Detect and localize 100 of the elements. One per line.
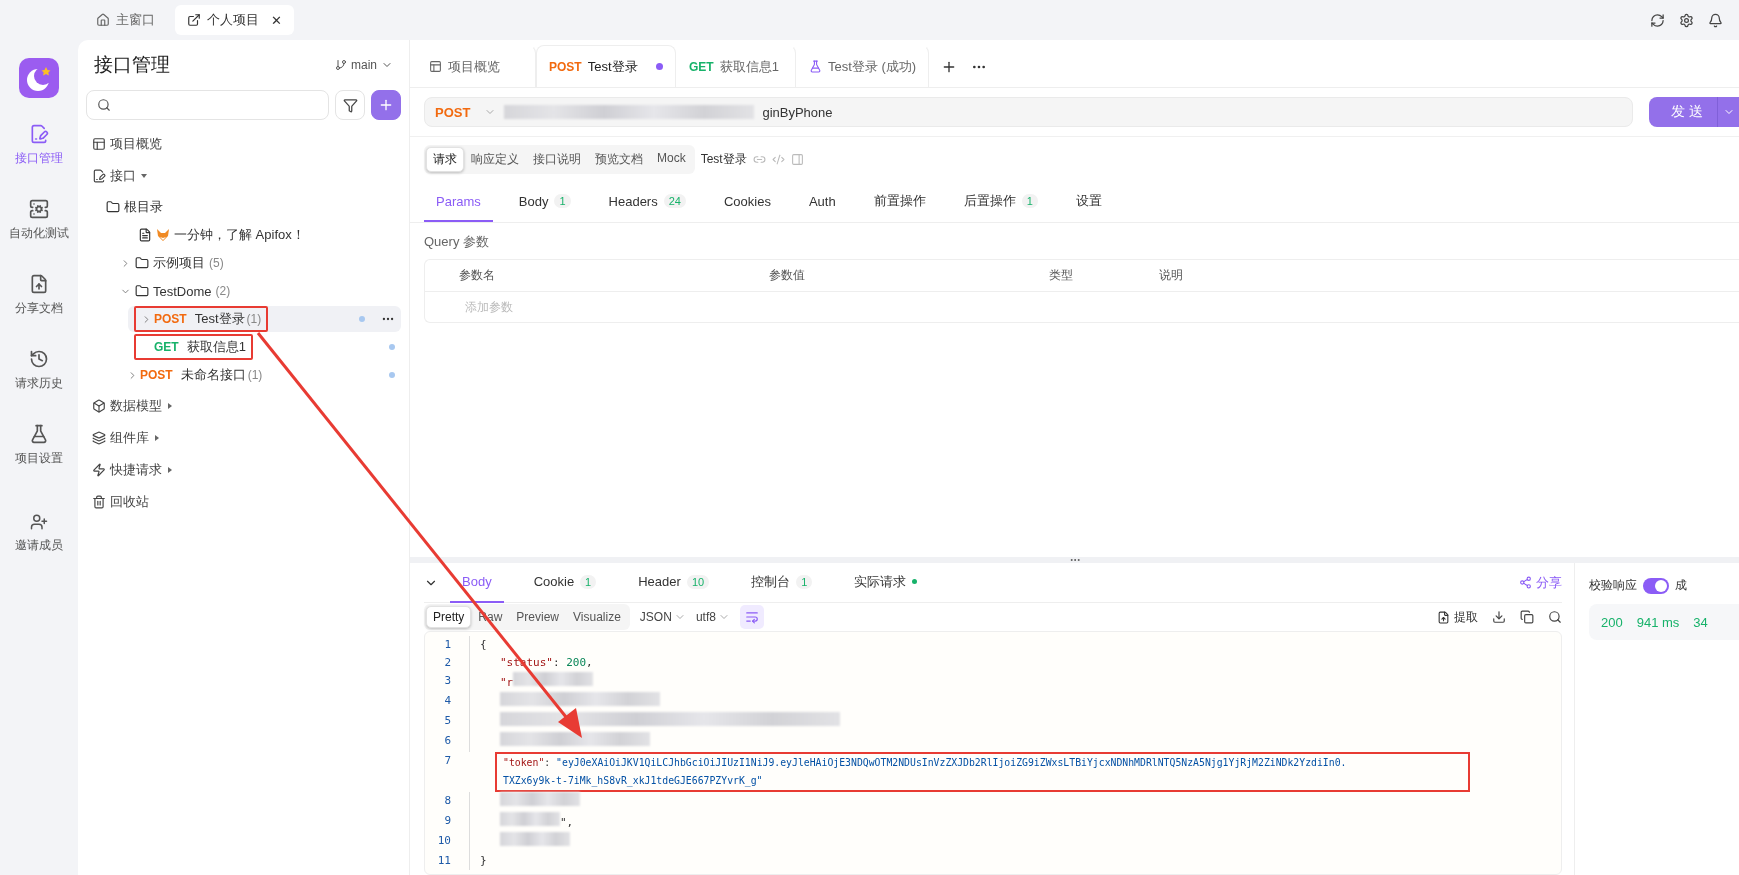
sidebar-item[interactable]: 接口 bbox=[86, 161, 401, 191]
tree-item[interactable]: 根目录 bbox=[100, 194, 401, 220]
user-plus-icon bbox=[30, 513, 48, 531]
download-icon[interactable] bbox=[1492, 610, 1506, 624]
tree-item[interactable]: POST Test登录(1) bbox=[128, 306, 401, 332]
param-tab[interactable]: 后置操作 1 bbox=[951, 182, 1050, 222]
param-tab[interactable]: Headers 24 bbox=[596, 182, 698, 222]
mode-tab[interactable]: 预览文档 bbox=[588, 147, 650, 172]
sidebar-item[interactable]: 数据模型 bbox=[86, 391, 401, 421]
param-tab[interactable]: Params bbox=[424, 182, 493, 222]
branch-icon bbox=[335, 59, 347, 71]
close-icon[interactable]: ✕ bbox=[271, 12, 282, 28]
column-header: 说明 bbox=[1159, 267, 1184, 284]
tab-label: Test登录 (成功) bbox=[828, 57, 917, 76]
sidebar-item[interactable]: 项目概览 bbox=[86, 129, 401, 159]
validate-toggle[interactable] bbox=[1643, 577, 1669, 594]
response-size: 34 bbox=[1693, 614, 1708, 630]
nav-item[interactable]: 邀请成员 bbox=[4, 503, 74, 564]
copy-icon[interactable] bbox=[1520, 610, 1534, 624]
response-tab[interactable]: Cookie 1 bbox=[521, 562, 609, 603]
mode-tab[interactable]: Mock bbox=[650, 147, 693, 172]
wrap-icon bbox=[744, 610, 759, 624]
item-count: (1) bbox=[247, 368, 263, 382]
caret-right-icon[interactable] bbox=[166, 402, 174, 410]
view-tab[interactable]: Visualize bbox=[566, 606, 628, 628]
mode-tab[interactable]: 接口说明 bbox=[526, 147, 588, 172]
trash-icon bbox=[92, 495, 106, 509]
api-name: Test登录 bbox=[700, 151, 747, 168]
add-button[interactable] bbox=[371, 90, 401, 120]
nav-item[interactable]: 接口管理 bbox=[4, 114, 74, 177]
nav-item[interactable]: 项目设置 bbox=[4, 414, 74, 477]
refresh-icon[interactable] bbox=[1650, 12, 1665, 28]
tab-label: 获取信息1 bbox=[719, 57, 779, 76]
param-tab[interactable]: Body 1 bbox=[506, 182, 583, 222]
plus-icon bbox=[378, 97, 394, 113]
branch-selector[interactable]: main bbox=[335, 58, 393, 72]
tree-item[interactable]: TestDome (2) bbox=[114, 278, 401, 304]
url-field[interactable]: POST ginByPhone bbox=[424, 97, 1633, 127]
item-label: 组件库 bbox=[110, 429, 149, 447]
param-tab[interactable]: Cookies bbox=[711, 182, 783, 222]
status-code: 200 bbox=[1601, 614, 1623, 630]
layout-icon bbox=[92, 137, 106, 151]
response-tab[interactable]: 控制台 1 bbox=[739, 562, 825, 603]
method-label: GET bbox=[689, 59, 714, 74]
tree-item[interactable]: 示例项目 (5) bbox=[114, 250, 401, 276]
param-tab[interactable]: 设置 bbox=[1063, 182, 1114, 222]
window-tab[interactable]: 个人项目 ✕ bbox=[175, 5, 294, 35]
response-tab[interactable]: Body bbox=[450, 562, 504, 603]
search-icon bbox=[97, 98, 111, 112]
response-tab[interactable]: 实际请求 bbox=[842, 562, 930, 603]
settings-icon[interactable] bbox=[1679, 12, 1694, 28]
item-label: 项目概览 bbox=[110, 135, 162, 153]
editor-tab[interactable]: POST Test登录 bbox=[536, 45, 676, 87]
share-link[interactable]: 分享 bbox=[1519, 573, 1562, 592]
search-field[interactable] bbox=[86, 90, 329, 120]
mode-tab[interactable]: 响应定义 bbox=[464, 147, 526, 172]
sidebar-item[interactable]: 组件库 bbox=[86, 423, 401, 453]
external-link-icon bbox=[187, 13, 201, 27]
tree-item[interactable]: 一分钟，了解 Apifox！ bbox=[114, 222, 401, 248]
layout-icon bbox=[429, 60, 442, 73]
method-label: GET bbox=[154, 340, 179, 354]
encoding-dropdown[interactable]: utf8 bbox=[695, 610, 730, 624]
column-header: 类型 bbox=[1049, 267, 1074, 284]
param-tab[interactable]: 前置操作 bbox=[861, 182, 938, 222]
clock-icon bbox=[29, 349, 49, 369]
line-number: 4 bbox=[443, 693, 452, 709]
nav-item[interactable]: 分享文档 bbox=[4, 264, 74, 327]
sidebar-item[interactable]: 快捷请求 bbox=[86, 455, 401, 485]
view-tab[interactable]: Pretty bbox=[426, 606, 472, 628]
param-tab[interactable]: Auth bbox=[796, 182, 848, 222]
caret-right-icon[interactable] bbox=[153, 434, 161, 442]
item-count: (2) bbox=[215, 284, 231, 298]
caret-right-icon[interactable] bbox=[166, 466, 174, 474]
filter-button[interactable] bbox=[335, 90, 365, 120]
mode-tab[interactable]: 请求 bbox=[426, 147, 464, 172]
wrap-button[interactable] bbox=[739, 605, 764, 629]
window-tab[interactable]: 主窗口 bbox=[84, 5, 167, 35]
send-button[interactable]: 发送 bbox=[1649, 97, 1739, 127]
tree-item[interactable]: POST 未命名接口(1) bbox=[114, 362, 401, 388]
response-tab[interactable]: Header 10 bbox=[626, 562, 722, 603]
flask-icon bbox=[29, 424, 49, 444]
nav-item[interactable]: 自动化测试 bbox=[4, 189, 74, 252]
caret-down-icon[interactable] bbox=[140, 172, 148, 180]
sidebar-item[interactable]: 回收站 bbox=[86, 487, 401, 517]
code-line: } bbox=[469, 852, 487, 870]
tree-item[interactable]: GET 获取信息1 bbox=[128, 334, 401, 360]
count-badge: 24 bbox=[663, 194, 686, 208]
bell-icon[interactable] bbox=[1708, 12, 1723, 28]
resize-handle[interactable] bbox=[410, 557, 1739, 563]
view-tab[interactable]: Preview bbox=[509, 606, 567, 628]
item-label: 接口 bbox=[110, 167, 136, 185]
line-number: 11 bbox=[436, 853, 452, 869]
item-label: 获取信息1 bbox=[186, 338, 246, 356]
line-number: 6 bbox=[443, 733, 452, 749]
api-icon bbox=[29, 124, 49, 144]
search-icon[interactable] bbox=[1548, 610, 1562, 624]
format-dropdown[interactable]: JSON bbox=[639, 610, 686, 624]
line-number: 8 bbox=[443, 793, 452, 809]
nav-item[interactable]: 请求历史 bbox=[4, 339, 74, 402]
extract-button[interactable]: 提取 bbox=[1437, 608, 1478, 626]
